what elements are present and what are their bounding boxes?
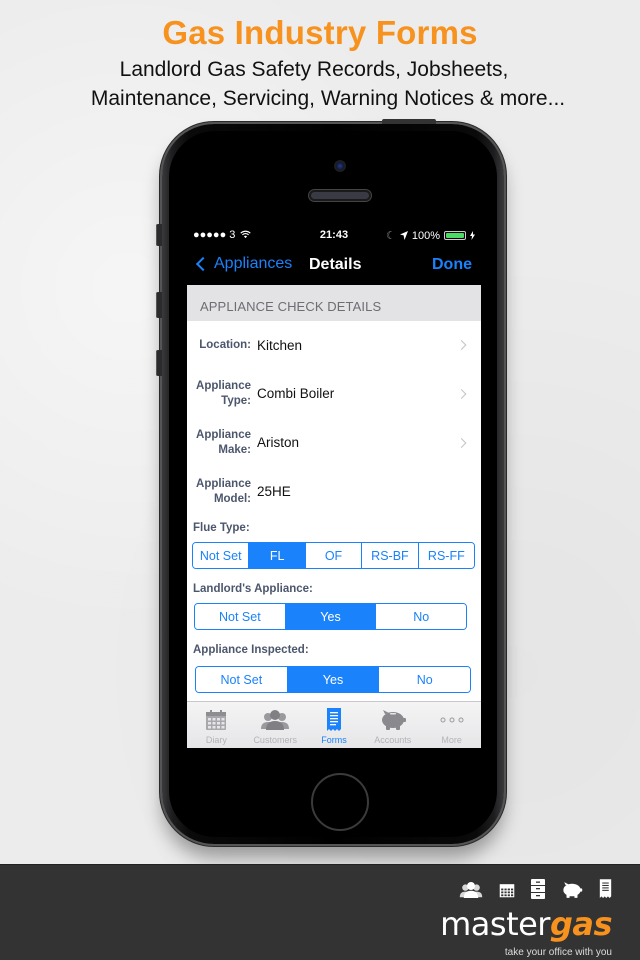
- field-label: Appliance Make:: [196, 428, 251, 456]
- segment-not-set[interactable]: Not Set: [196, 667, 287, 692]
- logo-master: master: [440, 905, 550, 943]
- tab-more[interactable]: More: [422, 702, 481, 748]
- status-bar: ●●●●● 3 21:43 ☾ 100%: [187, 225, 481, 247]
- feature-icons: [459, 879, 612, 899]
- appliance-inspected-group: Appliance Inspected: Not Set Yes No: [187, 630, 481, 693]
- piggy-bank-icon: [381, 710, 406, 730]
- segment-not-set[interactable]: Not Set: [193, 543, 249, 568]
- segment-of[interactable]: OF: [304, 543, 362, 568]
- segment-no[interactable]: No: [378, 667, 470, 692]
- mute-switch: [156, 224, 162, 246]
- people-icon: [459, 882, 483, 898]
- promo-subtitle-line2: Maintenance, Servicing, Warning Notices …: [90, 87, 566, 110]
- field-value: Kitchen: [257, 337, 303, 353]
- tab-label: Customers: [253, 735, 297, 745]
- calendar-icon: [206, 710, 227, 730]
- field-value: 25HE: [257, 484, 291, 499]
- tab-label: Diary: [205, 735, 227, 745]
- promo-title: Gas Industry Forms: [162, 14, 478, 51]
- tab-bar: Diary Customers Forms Accounts More: [187, 701, 481, 748]
- bolt-icon: [470, 231, 475, 240]
- battery-fill: [446, 233, 464, 238]
- back-button[interactable]: Appliances: [194, 255, 292, 273]
- phone-screen: ●●●●● 3 21:43 ☾ 100% Appliances Details …: [187, 225, 481, 748]
- more-dots-icon: [440, 717, 464, 723]
- segment-rs-ff[interactable]: RS-FF: [417, 543, 474, 568]
- filing-cabinet-icon: [531, 879, 545, 899]
- segment-fl[interactable]: FL: [248, 543, 305, 568]
- tab-label: Accounts: [374, 735, 412, 745]
- segment-yes[interactable]: Yes: [284, 604, 376, 629]
- volume-down-button: [156, 350, 162, 376]
- battery-percent: 100%: [411, 229, 440, 242]
- chevron-right-icon: [456, 437, 467, 448]
- flue-type-segmented-control[interactable]: Not Set FL OF RS-BF RS-FF: [192, 542, 475, 569]
- field-label: Appliance Model:: [196, 477, 251, 505]
- form-content[interactable]: APPLIANCE CHECK DETAILS Location: Kitche…: [187, 285, 481, 701]
- field-appliance-make[interactable]: Appliance Make: Ariston: [187, 418, 481, 467]
- field-appliance-type[interactable]: Appliance Type: Combi Boiler: [187, 369, 481, 418]
- segment-yes[interactable]: Yes: [286, 667, 379, 692]
- appliance-inspected-segmented-control[interactable]: Not Set Yes No: [195, 666, 471, 693]
- tab-diary[interactable]: Diary: [187, 702, 246, 748]
- chevron-left-icon: [195, 256, 211, 272]
- field-location[interactable]: Location: Kitchen: [187, 321, 481, 369]
- segment-rs-bf[interactable]: RS-BF: [361, 543, 418, 568]
- chevron-right-icon: [456, 340, 467, 350]
- mastergas-logo: mastergas: [440, 905, 612, 943]
- promo-subtitle-line1: Landlord Gas Safety Records, Jobsheets,: [119, 58, 509, 81]
- piggy-bank-icon: [563, 882, 583, 898]
- back-button-label: Appliances: [214, 255, 293, 272]
- segment-not-set[interactable]: Not Set: [195, 604, 285, 629]
- field-value: Combi Boiler: [257, 386, 335, 401]
- segment-no[interactable]: No: [375, 604, 466, 629]
- home-button[interactable]: [311, 773, 369, 831]
- section-header: APPLIANCE CHECK DETAILS: [187, 285, 481, 321]
- flue-type-label: Flue Type:: [193, 522, 250, 534]
- appliance-inspected-label: Appliance Inspected:: [193, 644, 309, 656]
- earpiece-speaker: [309, 190, 371, 201]
- flue-type-group: Flue Type: Not Set FL OF RS-BF RS-FF: [187, 516, 481, 569]
- field-label: Location:: [199, 338, 251, 351]
- landlords-appliance-label: Landlord's Appliance:: [193, 583, 313, 595]
- navigation-bar: Appliances Details Done: [187, 247, 481, 285]
- location-arrow-icon: [399, 231, 408, 240]
- battery-icon: [444, 231, 466, 240]
- tab-forms[interactable]: Forms: [305, 702, 364, 748]
- people-icon: [261, 710, 290, 730]
- done-button[interactable]: Done: [432, 256, 472, 274]
- front-camera: [334, 160, 346, 172]
- tab-accounts[interactable]: Accounts: [363, 702, 422, 748]
- chevron-right-icon: [456, 388, 467, 399]
- field-label: Appliance Type:: [196, 379, 251, 407]
- field-value: Ariston: [257, 435, 300, 450]
- receipt-icon: [599, 879, 612, 898]
- landlords-appliance-group: Landlord's Appliance: Not Set Yes No: [187, 569, 481, 630]
- nav-title: Details: [309, 256, 362, 273]
- tab-label: Forms: [321, 735, 347, 745]
- receipt-icon: [326, 708, 341, 731]
- logo-gas: gas: [549, 905, 613, 943]
- field-appliance-model[interactable]: Appliance Model: 25HE: [187, 467, 481, 516]
- moon-icon: ☾: [385, 230, 396, 242]
- volume-up-button: [156, 292, 162, 318]
- calendar-icon: [499, 884, 515, 898]
- power-button: [382, 119, 436, 124]
- brand-footer: mastergas take your office with you: [0, 864, 640, 960]
- landlords-appliance-segmented-control[interactable]: Not Set Yes No: [194, 603, 467, 630]
- tab-label: More: [441, 735, 462, 745]
- tab-customers[interactable]: Customers: [246, 702, 305, 748]
- brand-tagline: take your office with you: [504, 947, 612, 958]
